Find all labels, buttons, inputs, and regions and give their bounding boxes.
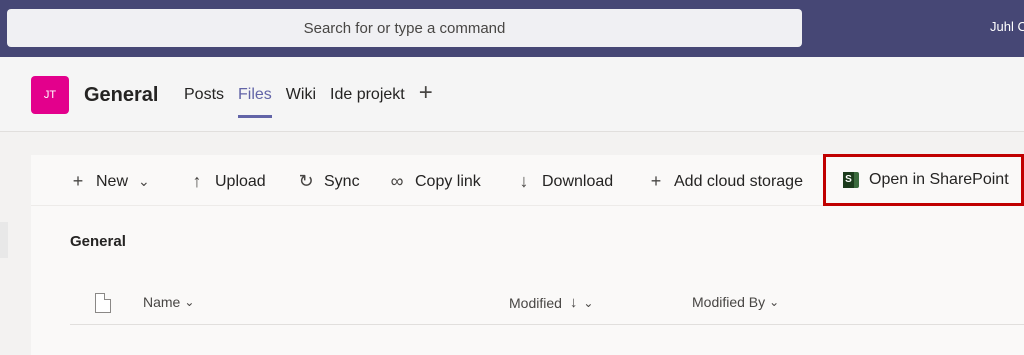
copy-link-button[interactable]: ∞ Copy link [388, 171, 481, 192]
tab-posts[interactable]: Posts [184, 86, 224, 118]
chevron-down-icon: ⌄ [769, 295, 780, 309]
new-button[interactable]: + New ⌄ [69, 171, 150, 192]
open-in-sharepoint-button[interactable]: Open in SharePoint [843, 171, 1009, 189]
open-in-sharepoint-label: Open in SharePoint [869, 171, 1009, 188]
upload-icon: ↑ [192, 171, 202, 191]
chevron-down-icon: ⌄ [583, 295, 594, 310]
add-tab-plus-icon[interactable]: + [419, 79, 433, 107]
add-cloud-storage-button[interactable]: + Add cloud storage [647, 171, 803, 192]
tab-ide-projekt[interactable]: Ide projekt [330, 86, 405, 118]
folder-title: General [70, 233, 126, 250]
search-input[interactable]: Search for or type a command [7, 9, 802, 47]
files-panel: + New ⌄ ↑ Upload ↻ Sync ∞ Copy link ↓ Do… [31, 154, 1024, 355]
chevron-down-icon: ⌄ [184, 295, 195, 309]
plus-icon: + [72, 171, 84, 191]
column-name-label: Name [143, 294, 181, 310]
sync-icon: ↻ [298, 171, 314, 191]
download-label: Download [542, 172, 614, 190]
column-header-modified[interactable]: Modified ↓ ⌄ [509, 294, 593, 311]
add-cloud-storage-label: Add cloud storage [674, 172, 803, 190]
upload-label: Upload [215, 172, 266, 190]
team-avatar: JT [31, 76, 69, 114]
tab-wiki[interactable]: Wiki [286, 86, 316, 118]
download-icon: ↓ [519, 171, 529, 191]
sort-descending-icon: ↓ [569, 294, 578, 311]
tab-files[interactable]: Files [238, 86, 272, 118]
sharepoint-icon [843, 172, 859, 188]
user-name[interactable]: Juhl C [990, 19, 1024, 34]
sync-label: Sync [324, 172, 360, 190]
channel-header: JT General Posts Files Wiki Ide projekt … [0, 57, 1024, 132]
column-modified-by-label: Modified By [692, 294, 766, 310]
sidebar-stub [0, 222, 8, 258]
header-divider [70, 324, 1024, 325]
column-modified-label: Modified [509, 294, 562, 311]
upload-button[interactable]: ↑ Upload [188, 171, 266, 192]
files-toolbar: + New ⌄ ↑ Upload ↻ Sync ∞ Copy link ↓ Do… [31, 154, 1024, 206]
sync-button[interactable]: ↻ Sync [297, 171, 360, 192]
file-type-icon [95, 293, 111, 313]
channel-title: General [84, 84, 159, 106]
column-header-name[interactable]: Name ⌄ [143, 294, 194, 310]
download-button[interactable]: ↓ Download [515, 171, 614, 192]
chevron-down-icon: ⌄ [138, 173, 150, 189]
plus-icon: + [650, 171, 662, 191]
copy-link-label: Copy link [415, 172, 481, 190]
new-label: New [96, 172, 129, 190]
column-header-modified-by[interactable]: Modified By ⌄ [692, 294, 779, 310]
link-icon: ∞ [390, 171, 404, 191]
top-bar: Search for or type a command Juhl C [0, 0, 1024, 57]
channel-tabs: Posts Files Wiki Ide projekt + [184, 79, 433, 118]
